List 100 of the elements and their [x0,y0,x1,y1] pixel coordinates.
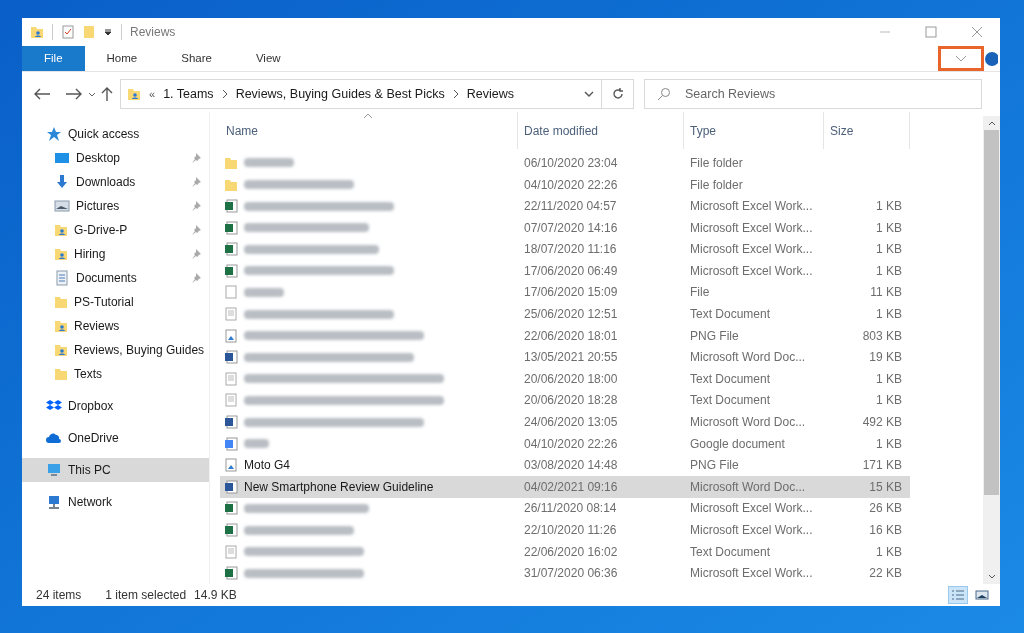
file-row[interactable]: 31/07/2020 06:36 Microsoft Excel Work... 22 KB [220,562,983,584]
date-cell-text: 26/11/2020 08:14 [523,500,618,518]
file-row[interactable]: 22/06/2020 18:01 PNG File 803 KB [220,324,983,347]
date-cell-text: 22/10/2020 11:26 [523,522,618,539]
size-cell-text: 22 KB [868,565,903,583]
column-header[interactable]: Date modified [518,112,684,150]
size-cell-text: 1 KB [875,198,903,216]
breadcrumb-chevron-icon[interactable] [221,89,228,99]
file-row[interactable]: 25/06/2020 12:51 Text Document 1 KB [220,303,983,325]
pin-icon[interactable] [191,153,201,163]
file-row[interactable]: 18/07/2020 11:16 Microsoft Excel Work... 1 KB [220,238,983,261]
date-cell-text: 20/06/2020 18:28 [523,392,619,410]
nav-item[interactable]: This PC [22,458,209,482]
breadcrumb-chevron-icon[interactable] [452,89,459,99]
help-icon[interactable] [984,50,998,67]
date-cell-text: 13/05/2021 20:55 [523,349,619,367]
file-row[interactable]: 06/10/2020 23:04 File folder [220,152,983,174]
file-row[interactable]: 17/06/2020 06:49 Microsoft Excel Work... 1 KB [220,260,983,282]
nav-item[interactable]: G-Drive-P [22,218,209,242]
nav-item[interactable]: OneDrive [22,426,209,450]
nav-item[interactable]: Documents [22,266,209,290]
download-icon [54,174,70,190]
date-cell-text: 03/08/2020 14:48 [523,457,619,475]
file-row[interactable]: 04/10/2020 22:26 Google document 1 KB [220,432,983,455]
file-row[interactable]: 17/06/2020 15:09 File 11 KB [220,281,983,304]
file-row[interactable]: 22/11/2020 04:57 Microsoft Excel Work... 1 KB [220,195,983,217]
type-cell-text: Text Document [689,392,772,410]
breadcrumb[interactable]: 1. Teams [163,84,214,104]
path-overflow[interactable]: « [149,85,156,103]
documents-icon [54,270,70,286]
shared-folder-icon [54,319,68,333]
size-cell-text: 26 KB [868,500,903,518]
address-bar[interactable]: « 1. Teams Reviews, Buying Guides & Best Picks Reviews [120,79,634,109]
file-row[interactable]: 26/11/2020 08:14 Microsoft Excel Work... 26 KB [220,497,983,520]
search-icon [657,87,671,101]
breadcrumb[interactable]: Reviews [466,84,514,104]
size-cell-text: 1 KB [875,543,903,561]
file-row[interactable]: New Smartphone Review Guideline 04/02/2021 09:16 Microsoft Word Doc... 15 KB [220,476,983,498]
pin-icon[interactable] [191,273,201,283]
ribbon-tab[interactable]: Home [84,46,160,71]
type-cell-text: Microsoft Excel Work... [689,522,814,539]
file-row[interactable]: 22/06/2020 16:02 Text Document 1 KB [220,540,983,563]
checklist-icon[interactable] [61,25,75,39]
dropdown-icon[interactable] [103,27,113,37]
nav-item[interactable]: Pictures [22,194,209,218]
size-cell-text: 16 KB [868,522,903,539]
nav-item[interactable]: Reviews [22,314,209,338]
file-row[interactable]: 04/10/2020 22:26 File folder [220,173,983,196]
spreadsheet-icon [224,501,238,516]
size-cell: 15 KB [824,476,910,498]
nav-item[interactable]: Desktop [22,146,209,170]
shared-folder-icon [54,343,68,357]
date-cell-text: 18/07/2020 11:16 [523,241,618,259]
ribbon-tab[interactable]: File [22,46,85,71]
shared-folder-icon [54,247,68,261]
size-cell-text: 1 KB [875,241,903,259]
file-row[interactable]: 24/06/2020 13:05 Microsoft Word Doc... 492 KB [220,411,983,433]
ribbon-tab[interactable]: View [233,46,303,71]
column-header[interactable]: Type [684,112,824,150]
file-row[interactable]: 07/07/2020 14:16 Microsoft Excel Work... 1 KB [220,216,983,239]
type-cell-text: Microsoft Excel Work... [689,565,814,583]
pin-icon[interactable] [191,177,201,187]
column-header[interactable]: Name [220,112,518,150]
date-cell-text: 17/06/2020 15:09 [523,284,619,302]
folder-icon [54,367,68,381]
document-icon [224,350,238,365]
star-icon [46,126,62,142]
nav-item[interactable]: Network [22,490,209,514]
blank-file-icon [224,371,238,386]
nav-item[interactable]: Reviews, Buying Guides [22,338,209,362]
search-field[interactable]: Search Reviews [644,79,982,109]
size-cell-text: 1 KB [875,392,903,410]
refresh-icon[interactable] [610,87,625,101]
nav-item[interactable]: Texts [22,362,209,386]
ribbon-tab[interactable]: Share [159,46,234,71]
date-cell-text: 22/06/2020 18:01 [523,327,619,345]
nav-item[interactable]: Downloads [22,170,209,194]
pin-icon[interactable] [191,225,201,235]
type-cell-text: File folder [689,154,744,172]
nav-item[interactable]: Dropbox [22,394,209,418]
nav-item[interactable]: Hiring [22,242,209,266]
file-row[interactable]: 13/05/2021 20:55 Microsoft Word Doc... 19 KB [220,346,983,369]
nav-item[interactable]: Quick access [22,122,209,146]
date-cell: 04/02/2021 09:16 [518,476,684,498]
blank-file-icon [224,307,238,322]
pin-icon[interactable] [191,249,201,259]
scrollbar[interactable] [983,116,1000,584]
file-row[interactable]: 20/06/2020 18:28 Text Document 1 KB [220,389,983,412]
column-header[interactable]: Size [824,112,910,150]
file-row[interactable]: 20/06/2020 18:00 Text Document 1 KB [220,368,983,390]
breadcrumb[interactable]: Reviews, Buying Guides & Best Picks [235,84,445,104]
file-row[interactable]: Moto G4 03/08/2020 14:48 PNG File 171 KB [220,454,983,477]
spreadsheet-icon [224,566,238,581]
pin-icon[interactable] [191,201,201,211]
file-row[interactable]: 22/10/2020 11:26 Microsoft Excel Work... 16 KB [220,519,983,541]
date-cell-text: 20/06/2020 18:00 [523,370,619,388]
shared-folder-icon [127,87,141,101]
nav-item[interactable]: PS-Tutorial [22,290,209,314]
date-cell-text: 25/06/2020 12:51 [523,306,619,324]
date-cell-text: 17/06/2020 06:49 [523,262,619,280]
